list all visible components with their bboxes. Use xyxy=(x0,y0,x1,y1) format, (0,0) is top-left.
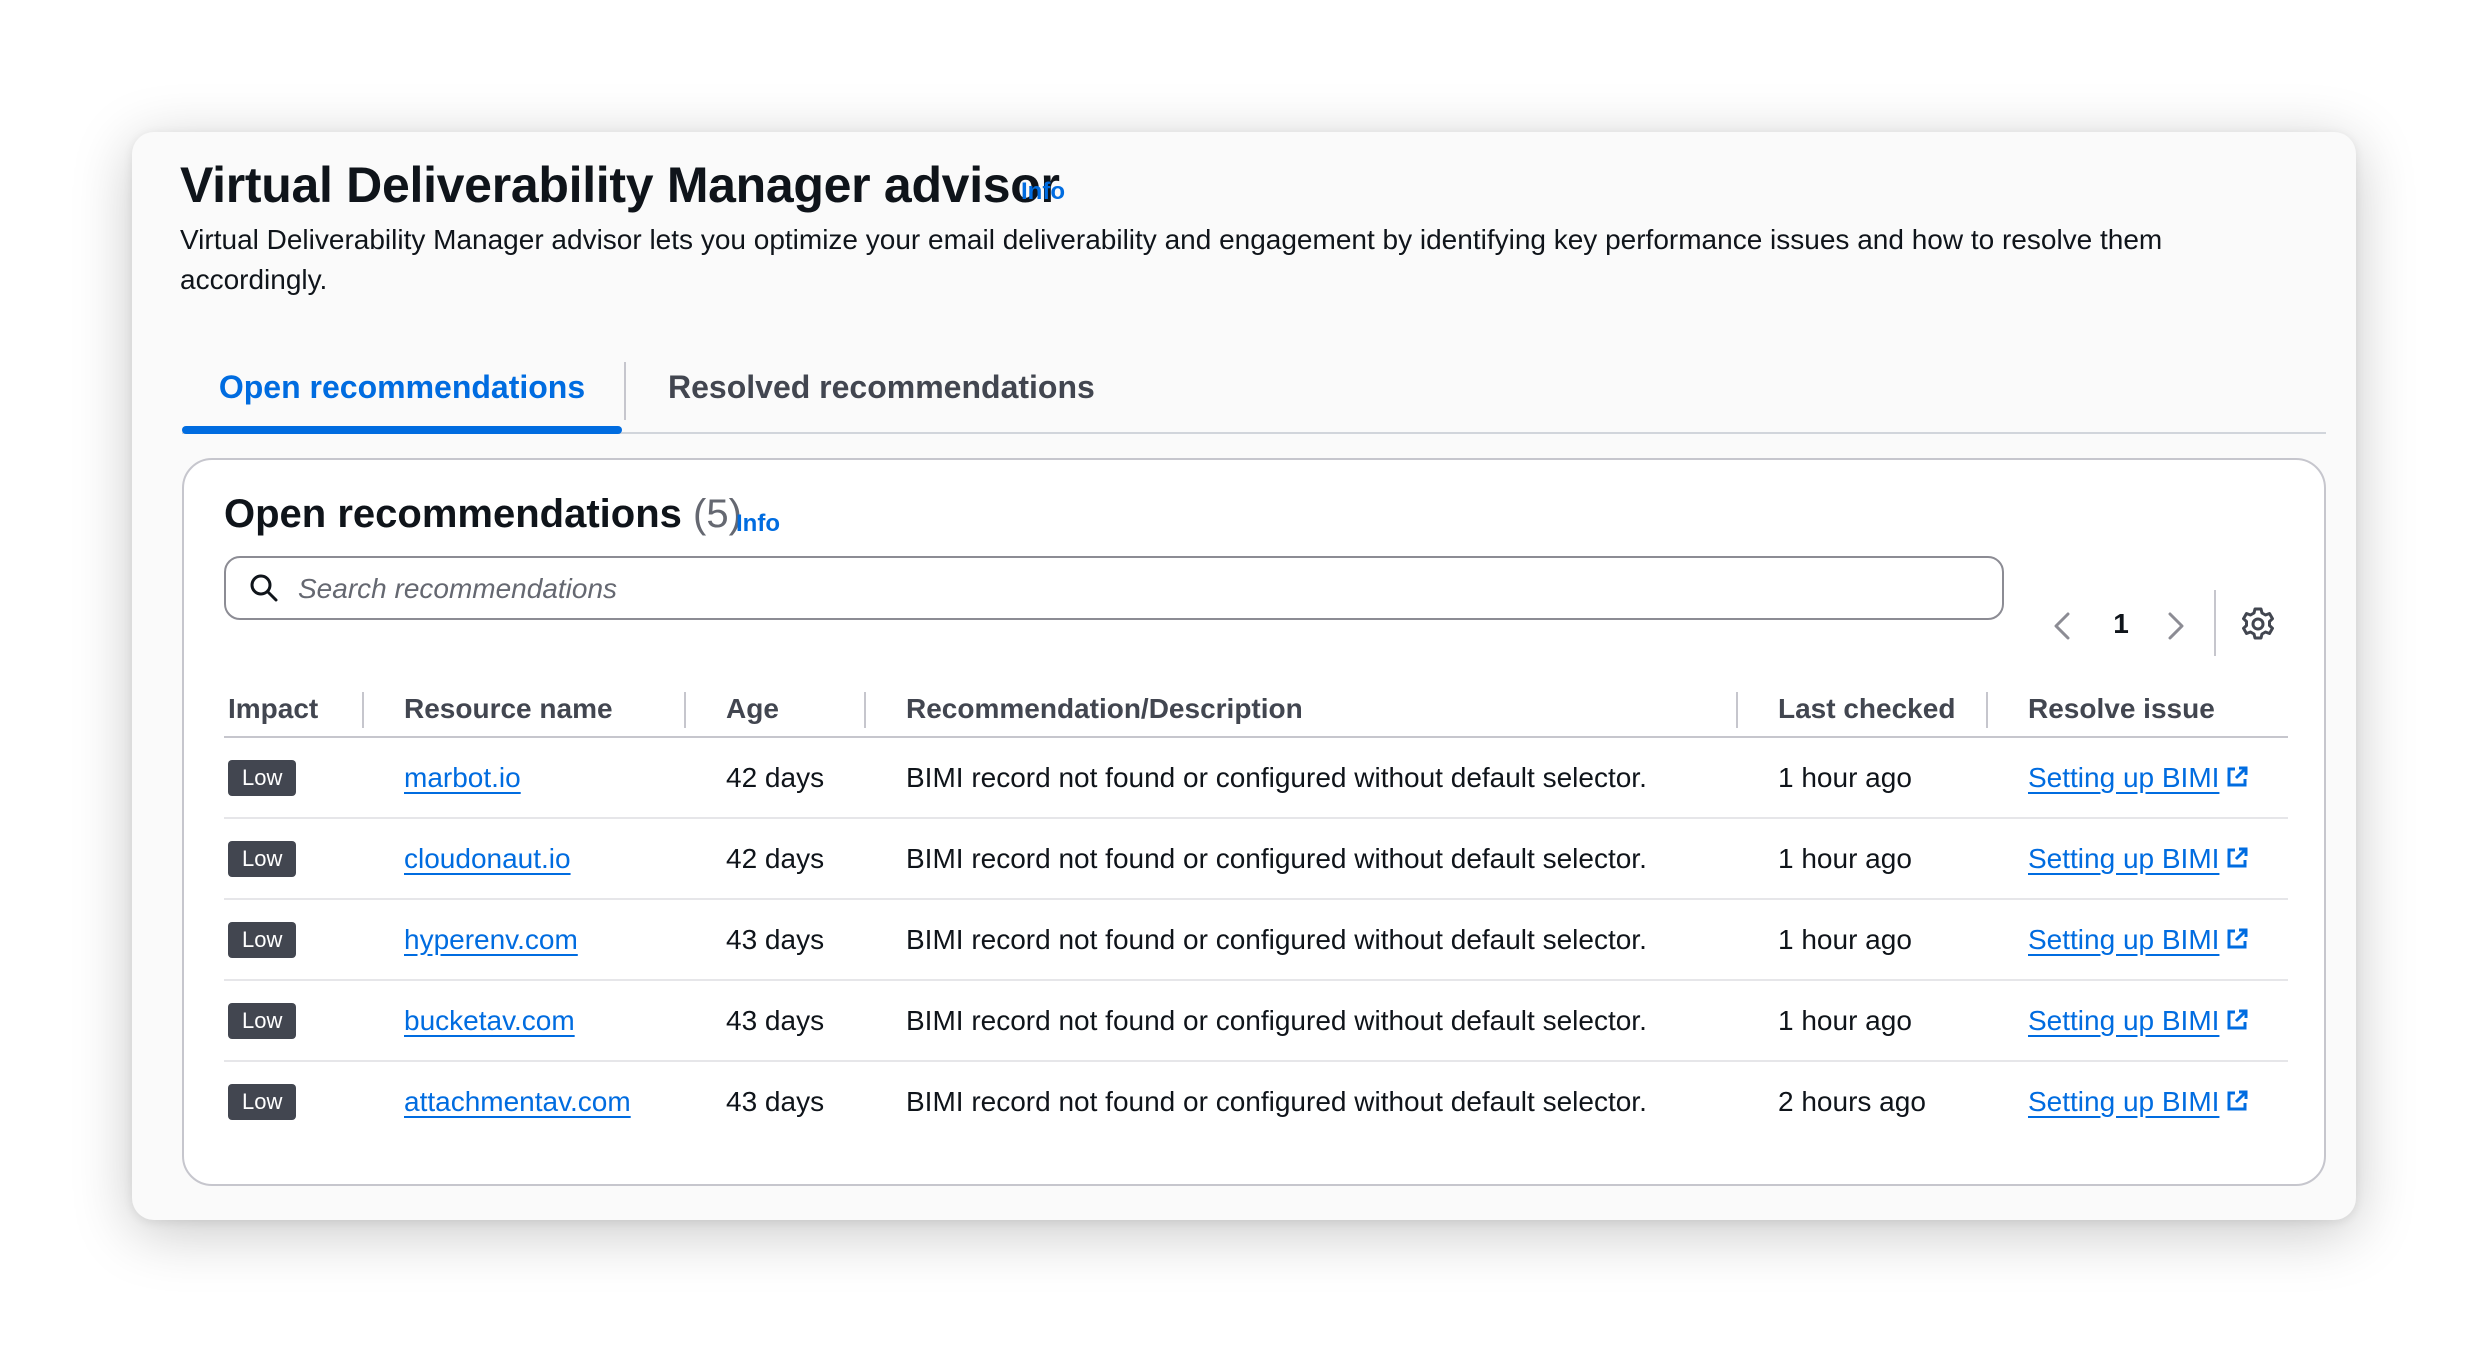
resource-link[interactable]: cloudonaut.io xyxy=(404,843,571,874)
column-header-impact[interactable]: Impact xyxy=(224,682,364,738)
resolve-link[interactable]: Setting up BIMI xyxy=(2028,1005,2249,1036)
search-icon xyxy=(250,574,278,602)
external-link-icon xyxy=(2227,847,2248,867)
resource-link[interactable]: bucketav.com xyxy=(404,1005,575,1036)
recommendations-table: Impact Resource name Age Recommendation/… xyxy=(224,682,2288,1141)
age-cell: 43 days xyxy=(686,899,866,981)
page-title: Virtual Deliverability Manager advisor xyxy=(180,157,1060,213)
gear-icon[interactable] xyxy=(2240,606,2276,642)
description-cell: BIMI record not found or configured with… xyxy=(866,737,1738,819)
recommendation-count: (5) xyxy=(693,492,742,536)
impact-badge: Low xyxy=(228,840,297,877)
advisor-card: Virtual Deliverability Manager advisor I… xyxy=(132,132,2356,1220)
chevron-left-icon[interactable] xyxy=(2046,608,2082,644)
table-row: Low bucketav.com 43 days BIMI record not… xyxy=(224,980,2288,1062)
external-link-icon xyxy=(2227,1009,2248,1029)
resolve-link[interactable]: Setting up BIMI xyxy=(2028,924,2249,955)
column-header-resource-name[interactable]: Resource name xyxy=(364,682,686,738)
last-checked-cell: 1 hour ago xyxy=(1738,818,1988,900)
page-number[interactable]: 1 xyxy=(2104,604,2138,644)
tab-bar: Open recommendations Resolved recommenda… xyxy=(182,342,2326,434)
description-cell: BIMI record not found or configured with… xyxy=(906,1085,1647,1117)
column-header-last-checked[interactable]: Last checked xyxy=(1738,682,1988,738)
impact-badge: Low xyxy=(228,759,297,796)
chevron-right-icon[interactable] xyxy=(2156,608,2192,644)
recommendations-panel: Open recommendations (5) Info 1 xyxy=(182,458,2326,1186)
description-cell: BIMI record not found or configured with… xyxy=(866,899,1738,981)
resource-link[interactable]: hyperenv.com xyxy=(404,924,578,955)
table-row: Low marbot.io 42 days BIMI record not fo… xyxy=(224,737,2288,819)
last-checked-cell: 1 hour ago xyxy=(1738,737,1988,819)
table-row: Low attachmentav.com 43 days BIMI record… xyxy=(224,1061,2288,1141)
last-checked-cell: 1 hour ago xyxy=(1738,899,1988,981)
table-row: Low hyperenv.com 43 days BIMI record not… xyxy=(224,899,2288,981)
tab-label: Resolved recommendations xyxy=(668,369,1095,405)
pager-divider xyxy=(2214,590,2216,656)
resource-link[interactable]: marbot.io xyxy=(404,762,521,793)
age-cell: 42 days xyxy=(686,737,866,819)
tab-resolved-recommendations[interactable]: Resolved recommendations xyxy=(668,342,1095,432)
search-box[interactable] xyxy=(224,556,2004,620)
column-header-age[interactable]: Age xyxy=(686,682,866,738)
search-input[interactable] xyxy=(296,564,1980,614)
tab-divider xyxy=(624,362,626,420)
title-info-link[interactable]: Info xyxy=(1021,178,1065,206)
resolve-link[interactable]: Setting up BIMI xyxy=(2028,762,2249,793)
age-cell: 43 days xyxy=(726,1085,825,1117)
column-header-recommendation[interactable]: Recommendation/Description xyxy=(866,682,1738,738)
impact-badge: Low xyxy=(228,921,297,958)
resolve-link[interactable]: Setting up BIMI xyxy=(2028,843,2249,874)
active-tab-indicator xyxy=(182,426,622,434)
tab-open-recommendations[interactable]: Open recommendations xyxy=(182,342,622,434)
table-header-row: Impact Resource name Age Recommendation/… xyxy=(224,682,2288,738)
column-header-resolve-issue[interactable]: Resolve issue xyxy=(1988,682,2288,738)
external-link-icon xyxy=(2227,1090,2248,1110)
table-row: Low cloudonaut.io 42 days BIMI record no… xyxy=(224,818,2288,900)
panel-title: Open recommendations (5) xyxy=(224,492,742,537)
panel-info-link[interactable]: Info xyxy=(736,510,780,538)
last-checked-cell: 2 hours ago xyxy=(1778,1085,1926,1117)
external-link-icon xyxy=(2227,928,2248,948)
impact-badge: Low xyxy=(228,1083,297,1120)
tab-label: Open recommendations xyxy=(218,369,586,405)
description-cell: BIMI record not found or configured with… xyxy=(866,980,1738,1062)
age-cell: 42 days xyxy=(686,818,866,900)
panel-title-text: Open recommendations xyxy=(224,492,682,536)
resolve-link[interactable]: Setting up BIMI xyxy=(2028,1086,2249,1117)
description-cell: BIMI record not found or configured with… xyxy=(866,818,1738,900)
age-cell: 43 days xyxy=(686,980,866,1062)
impact-badge: Low xyxy=(228,1002,297,1039)
page-description: Virtual Deliverability Manager advisor l… xyxy=(180,224,2163,295)
last-checked-cell: 1 hour ago xyxy=(1738,980,1988,1062)
resource-link[interactable]: attachmentav.com xyxy=(404,1086,631,1117)
external-link-icon xyxy=(2227,766,2248,786)
